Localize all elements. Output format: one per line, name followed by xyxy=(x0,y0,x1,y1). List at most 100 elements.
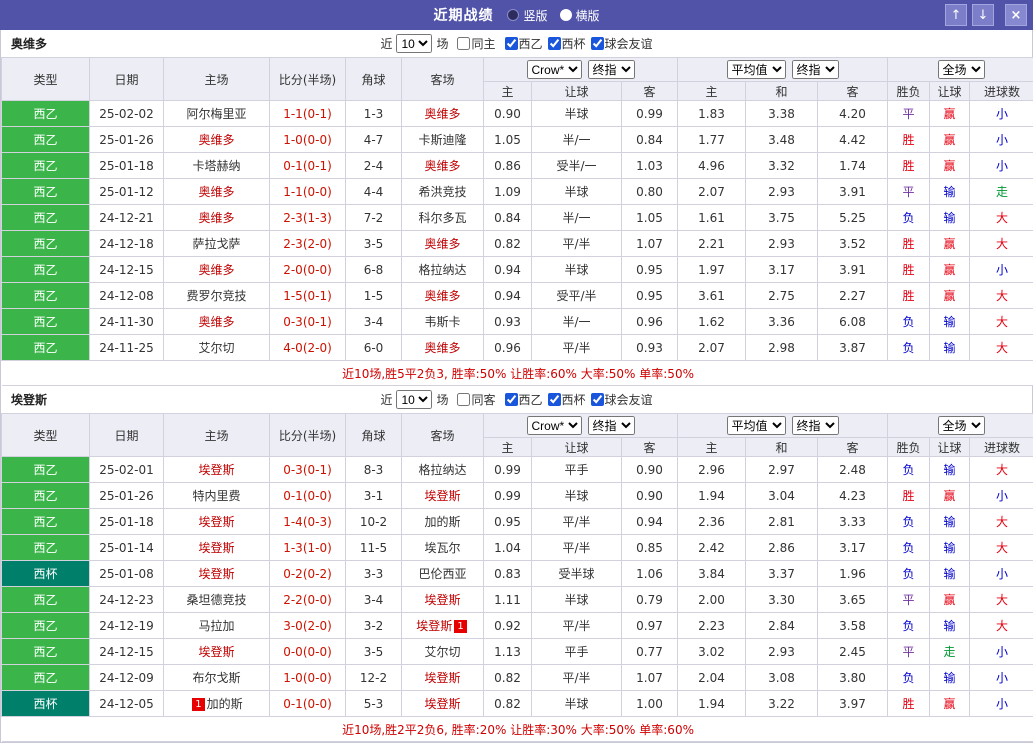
result-handicap-cell: 赢 xyxy=(930,101,970,127)
league-filter-checkbox-1[interactable] xyxy=(505,393,518,406)
result-goals-cell: 小 xyxy=(970,483,1033,509)
recent-results-panel: 近期战绩 竖版 横版 ↑ ↓ × 奥维多近10场同主西乙西杯球会友谊类型日期主场… xyxy=(0,0,1033,743)
result-goals-cell: 大 xyxy=(970,613,1033,639)
result-handicap-cell: 赢 xyxy=(930,691,970,717)
average-select[interactable]: 平均值 xyxy=(727,60,786,79)
radio-icon-horizontal[interactable] xyxy=(560,9,572,21)
final-odds-select-2[interactable]: 终指 xyxy=(792,416,839,435)
same-venue-checkbox[interactable] xyxy=(457,37,470,50)
match-row: 西乙25-01-18卡塔赫纳0-1(0-1)2-4奥维多0.86受半/一1.03… xyxy=(2,153,1033,179)
odds-away-cell: 1.07 xyxy=(622,231,678,257)
home-team-name: 埃登斯 xyxy=(198,541,234,555)
odds-handicap-cell: 平/半 xyxy=(532,509,622,535)
corner-cell: 5-3 xyxy=(346,691,402,717)
odds-handicap-cell: 平/半 xyxy=(532,665,622,691)
score-cell: 1-0(0-0) xyxy=(270,127,346,153)
result-goals-cell: 小 xyxy=(970,561,1033,587)
odds-away-cell: 1.06 xyxy=(622,561,678,587)
date-cell: 24-12-18 xyxy=(90,231,164,257)
league-cell: 西乙 xyxy=(2,205,90,231)
close-button[interactable]: × xyxy=(1005,4,1027,26)
result-outcome-cell: 胜 xyxy=(888,153,930,179)
league-cell: 西乙 xyxy=(2,535,90,561)
away-team-name: 埃登斯 xyxy=(424,489,460,503)
home-team-name: 费罗尔竞技 xyxy=(186,289,246,303)
column-header: 日期 xyxy=(90,58,164,101)
home-team-name: 奥维多 xyxy=(198,263,234,277)
league-filter-checkbox-3[interactable] xyxy=(591,393,604,406)
league-filter-checkbox-2-label[interactable]: 西杯 xyxy=(548,391,586,408)
average-select[interactable]: 平均值 xyxy=(727,416,786,435)
column-header: 主场 xyxy=(164,58,270,101)
bookmaker-select[interactable]: Crow* xyxy=(527,60,582,79)
column-subheader: 主 xyxy=(484,82,532,101)
match-count-select[interactable]: 10 xyxy=(396,34,432,53)
league-filter-checkbox-2[interactable] xyxy=(548,37,561,50)
home-team-cell: 奥维多 xyxy=(164,309,270,335)
filter-controls: 近10场同主西乙西杯球会友谊 xyxy=(380,34,652,53)
avg-home-cell: 1.61 xyxy=(678,205,746,231)
avg-draw-cell: 3.37 xyxy=(746,561,818,587)
final-odds-select[interactable]: 终指 xyxy=(588,60,635,79)
layout-option-vertical[interactable]: 竖版 xyxy=(507,7,547,24)
away-team-name: 埃登斯 xyxy=(424,697,460,711)
column-subheader: 主 xyxy=(484,438,532,457)
home-team-cell: 奥维多 xyxy=(164,257,270,283)
away-team-name: 格拉纳达 xyxy=(418,463,466,477)
score-cell: 2-3(1-3) xyxy=(270,205,346,231)
result-outcome-cell: 平 xyxy=(888,179,930,205)
same-venue-checkbox-label[interactable]: 同客 xyxy=(457,391,495,408)
odds-handicap-cell: 受半/一 xyxy=(532,153,622,179)
radio-icon-vertical[interactable] xyxy=(507,9,519,21)
scroll-down-button[interactable]: ↓ xyxy=(972,4,994,26)
avg-home-cell: 2.07 xyxy=(678,335,746,361)
league-cell: 西乙 xyxy=(2,257,90,283)
same-venue-checkbox[interactable] xyxy=(457,393,470,406)
odds-handicap-cell: 半球 xyxy=(532,257,622,283)
league-filter-checkbox-3[interactable] xyxy=(591,37,604,50)
column-subheader: 让球 xyxy=(532,438,622,457)
home-team-name: 奥维多 xyxy=(198,211,234,225)
odds-home-cell: 0.96 xyxy=(484,335,532,361)
date-cell: 24-12-09 xyxy=(90,665,164,691)
scroll-up-button[interactable]: ↑ xyxy=(945,4,967,26)
section-team-name: 埃登斯 xyxy=(11,391,47,408)
league-cell: 西乙 xyxy=(2,483,90,509)
final-odds-select[interactable]: 终指 xyxy=(588,416,635,435)
date-cell: 24-12-23 xyxy=(90,587,164,613)
home-team-cell: 埃登斯 xyxy=(164,561,270,587)
league-filter-checkbox-1[interactable] xyxy=(505,37,518,50)
layout-option-horizontal[interactable]: 横版 xyxy=(560,7,600,24)
odds-home-cell: 0.99 xyxy=(484,483,532,509)
bookmaker-select[interactable]: Crow* xyxy=(527,416,582,435)
date-cell: 24-12-21 xyxy=(90,205,164,231)
final-odds-select-2[interactable]: 终指 xyxy=(792,60,839,79)
league-filter-checkbox-2-label[interactable]: 西杯 xyxy=(548,35,586,52)
match-count-select[interactable]: 10 xyxy=(396,390,432,409)
header-select-group: 平均值终指 xyxy=(678,58,888,82)
summary-row: 近10场,胜5平2负3, 胜率:50% 让胜率:60% 大率:50% 单率:50… xyxy=(2,361,1033,386)
full-match-select[interactable]: 全场 xyxy=(938,416,985,435)
league-filter-checkbox-3-label[interactable]: 球会友谊 xyxy=(591,35,653,52)
match-row: 西乙25-01-14埃登斯1-3(1-0)11-5埃瓦尔1.04平/半0.852… xyxy=(2,535,1033,561)
away-team-name: 埃登斯 xyxy=(424,593,460,607)
league-filter-checkbox-3-label[interactable]: 球会友谊 xyxy=(591,391,653,408)
result-handicap-cell: 输 xyxy=(930,665,970,691)
same-venue-checkbox-label[interactable]: 同主 xyxy=(457,35,495,52)
odds-home-cell: 0.99 xyxy=(484,457,532,483)
avg-away-cell: 3.87 xyxy=(818,335,888,361)
result-handicap-cell: 赢 xyxy=(930,127,970,153)
home-team-cell: 奥维多 xyxy=(164,205,270,231)
result-outcome-cell: 平 xyxy=(888,639,930,665)
away-team-name: 奥维多 xyxy=(424,237,460,251)
result-outcome-cell: 胜 xyxy=(888,257,930,283)
score-cell: 0-1(0-0) xyxy=(270,691,346,717)
league-filter-checkbox-1-label[interactable]: 西乙 xyxy=(505,35,543,52)
full-match-select[interactable]: 全场 xyxy=(938,60,985,79)
date-cell: 24-11-30 xyxy=(90,309,164,335)
league-filter-checkbox-2[interactable] xyxy=(548,393,561,406)
score-cell: 0-1(0-0) xyxy=(270,483,346,509)
league-filter-checkbox-1-label[interactable]: 西乙 xyxy=(505,391,543,408)
result-goals-cell: 大 xyxy=(970,309,1033,335)
odds-handicap-cell: 半/一 xyxy=(532,309,622,335)
